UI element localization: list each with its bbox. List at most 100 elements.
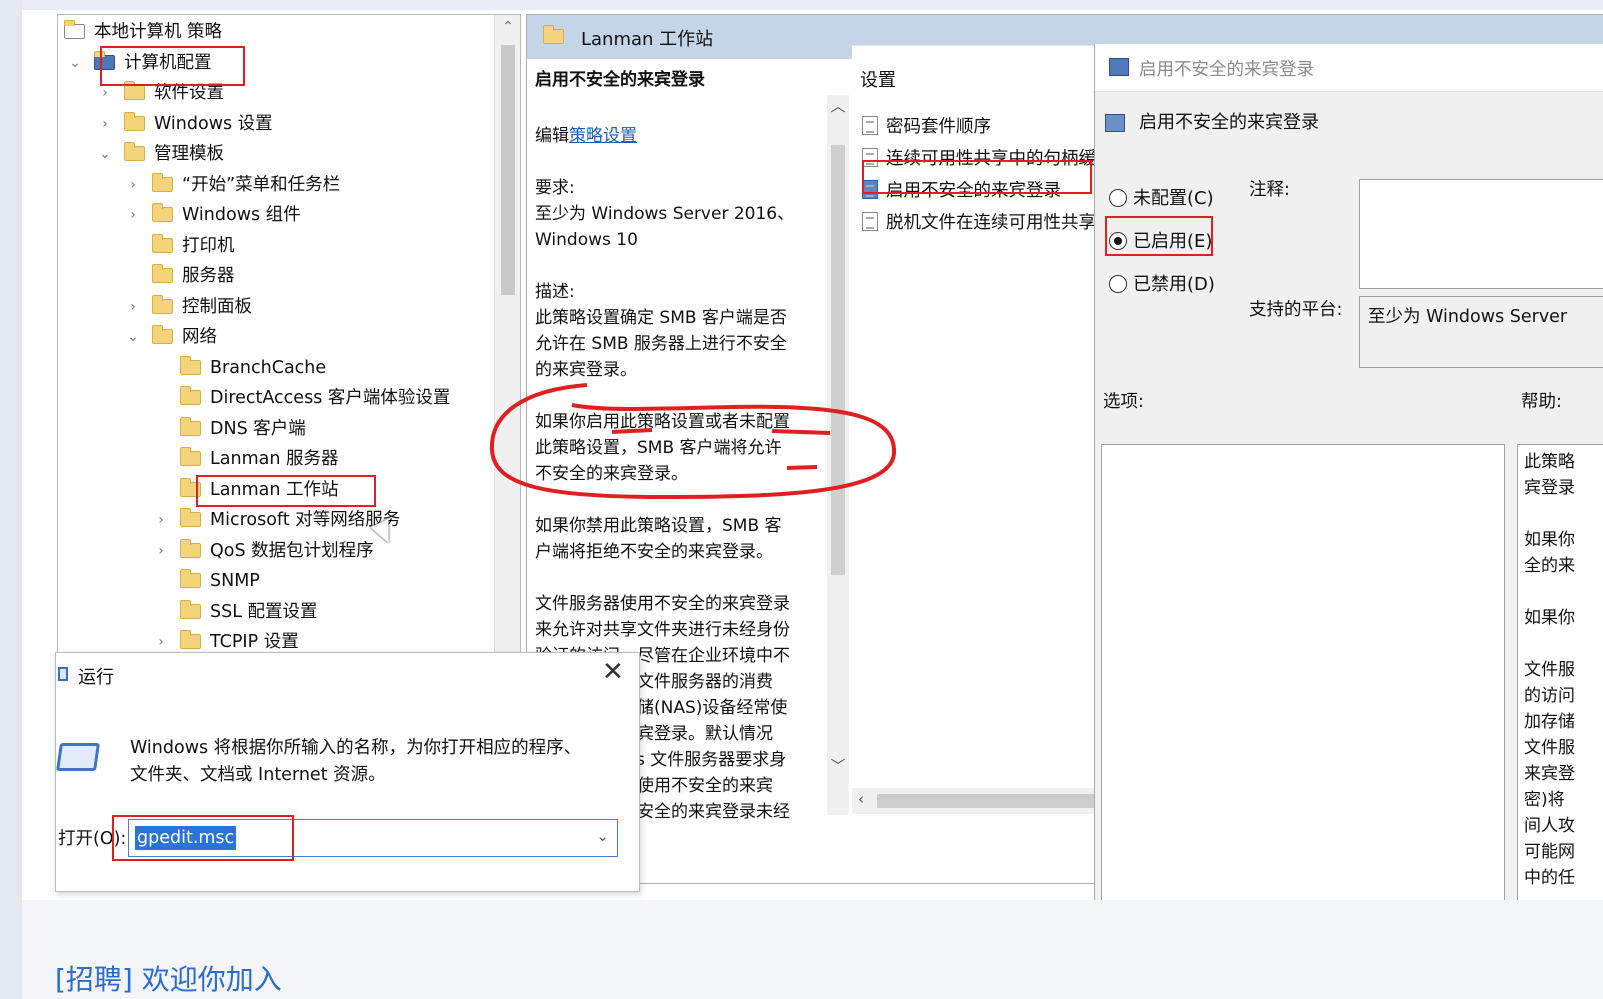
tree-item-label: BranchCache (210, 357, 327, 378)
tree-scroll-thumb[interactable] (501, 45, 515, 295)
radio-not-configured[interactable]: 未配置(C) (1109, 184, 1214, 210)
folder-icon (180, 355, 201, 375)
tree-item[interactable]: DirectAccess 客户端体验设置 (180, 383, 450, 413)
text-line: 户端将拒绝不安全的来宾登录。 (535, 542, 773, 562)
radio-disabled[interactable]: 已禁用(D) (1109, 270, 1215, 296)
chevron-down-icon[interactable]: ⌄ (98, 139, 112, 169)
folder-icon (124, 81, 145, 100)
options-pane[interactable] (1101, 444, 1505, 900)
scroll-left-icon[interactable]: ‹ (858, 790, 864, 808)
tree-item[interactable]: ⌄ 管理模板 (99, 139, 224, 169)
tree-item[interactable]: SSL 配置设置 (180, 597, 318, 627)
folder-icon (64, 20, 85, 39)
folder-icon (180, 386, 201, 405)
tree-item[interactable]: › 控制面板 (130, 292, 252, 322)
tree-item[interactable]: SNMP (180, 566, 260, 596)
highlight-insecure-guest-item (862, 160, 1092, 194)
run-message: Windows 将根据你所输入的名称，为你打开相应的程序、 文件夹、文档或 In… (130, 735, 620, 789)
dialog-heading: 启用不安全的来宾登录 (1139, 112, 1319, 133)
tree-item-label: “开始”菜单和任务栏 (182, 174, 341, 195)
list-hscroll-thumb[interactable] (877, 794, 1117, 808)
folder-icon (180, 599, 201, 619)
tree-item[interactable]: › Windows 组件 (130, 200, 301, 230)
folder-icon (152, 264, 173, 283)
help-line: 中的任 (1524, 868, 1575, 888)
folder-icon (152, 325, 173, 344)
folder-icon (124, 111, 145, 131)
tree-item[interactable]: 本地计算机 策略 (64, 17, 222, 47)
tree-item[interactable]: ⌄ 网络 (127, 322, 217, 352)
tree-item[interactable]: Lanman 服务器 (180, 444, 339, 474)
tree-item-label: 控制面板 (182, 296, 252, 317)
red-circle-annotation (489, 383, 897, 500)
tree-item[interactable]: › QoS 数据包计划程序 (158, 536, 374, 566)
tree-item-label: QoS 数据包计划程序 (210, 540, 374, 561)
help-line: 来宾登 (1524, 764, 1575, 784)
chevron-right-icon[interactable]: › (126, 200, 140, 230)
chevron-down-icon[interactable]: ⌄ (68, 48, 82, 78)
comment-textbox[interactable] (1359, 179, 1603, 289)
scroll-up-icon[interactable]: ︿ (827, 95, 849, 116)
highlight-enabled-radio (1105, 216, 1213, 256)
settings-column-header[interactable]: 设置 (860, 66, 896, 92)
text-line: 允许在 SMB 服务器上进行不安全 (535, 334, 787, 354)
help-line: 文件服 (1524, 660, 1575, 680)
help-line: 可能网 (1524, 842, 1575, 862)
dialog-title: 启用不安全的来宾登录 (1139, 60, 1314, 80)
description-scroll-thumb[interactable] (831, 145, 845, 575)
help-line: 的访问 (1524, 686, 1575, 706)
text-line: 此策略设置确定 SMB 客户端是否 (535, 308, 787, 328)
chevron-right-icon[interactable]: › (126, 292, 140, 322)
edit-prefix: 编辑 (535, 126, 569, 146)
chevron-right-icon[interactable]: › (154, 505, 168, 535)
tree-item[interactable]: BranchCache (180, 353, 326, 383)
screenshot-page: 本地计算机 策略 ⌄ 计算机配置 › 软件设置 › Windows 设置 ⌄ 管理模板 › “开始”… (0, 0, 1603, 999)
folder-icon (543, 25, 564, 44)
text-line: 文件服务器使用不安全的来宾登录 (535, 594, 790, 614)
screenshot-area: 本地计算机 策略 ⌄ 计算机配置 › 软件设置 › Windows 设置 ⌄ 管理模板 › “开始”… (22, 0, 1603, 900)
chevron-right-icon[interactable]: › (98, 109, 112, 139)
tree-item[interactable]: › “开始”菜单和任务栏 (130, 170, 341, 200)
help-line: 密)将 (1524, 790, 1565, 810)
scroll-down-icon[interactable]: ﹀ (827, 755, 849, 776)
recruit-link[interactable]: [招聘] 欢迎你加入 (55, 958, 282, 998)
tree-item[interactable]: › Windows 设置 (102, 109, 273, 139)
chevron-right-icon[interactable]: › (154, 536, 168, 566)
tree-item[interactable]: 打印机 (152, 231, 235, 261)
policy-icon (1109, 58, 1129, 76)
help-line (1524, 579, 1575, 605)
chevron-down-icon[interactable]: ⌄ (126, 322, 140, 352)
help-line (1524, 631, 1575, 657)
highlight-run-input (112, 815, 294, 861)
policy-page-icon (862, 212, 878, 231)
platform-box: 至少为 Windows Server (1359, 296, 1603, 368)
chevron-down-icon[interactable]: ⌄ (596, 827, 609, 845)
settings-item[interactable]: 密码套件顺序 (862, 112, 991, 142)
run-icon (56, 743, 100, 771)
folder-icon (152, 294, 173, 314)
folder-icon (180, 569, 201, 588)
radio-circle[interactable] (1109, 189, 1127, 207)
tree-item-label: DNS 客户端 (210, 418, 306, 439)
setting-icon (1105, 114, 1125, 132)
tree-item[interactable]: 服务器 (152, 261, 235, 291)
policy-tree[interactable]: 本地计算机 策略 ⌄ 计算机配置 › 软件设置 › Windows 设置 ⌄ 管理模板 › “开始”… (57, 14, 521, 666)
radio-circle[interactable] (1109, 275, 1127, 293)
run-message-line-2: 文件夹、文档或 Internet 资源。 (130, 765, 386, 785)
text-line: 如果你禁用此策略设置，SMB 客 (535, 516, 782, 536)
scroll-up-icon[interactable]: ⌃ (495, 19, 520, 35)
policy-settings-link[interactable]: 策略设置 (569, 126, 637, 146)
close-icon[interactable]: ✕ (602, 657, 624, 687)
tree-item[interactable]: DNS 客户端 (180, 414, 306, 444)
panel-header-title: Lanman 工作站 (581, 29, 714, 50)
tree-scrollbar[interactable]: ⌃ (494, 15, 520, 665)
help-line: 全的来 (1524, 556, 1575, 576)
chevron-right-icon[interactable]: › (126, 170, 140, 200)
requirement-label: 要求: (535, 178, 575, 198)
tree-item[interactable]: › Microsoft 对等网络服务 (158, 505, 400, 535)
tree-item-label: SNMP (210, 571, 260, 591)
help-line: 文件服 (1524, 738, 1575, 758)
comment-label: 注释: (1249, 180, 1290, 200)
folder-icon (124, 142, 145, 161)
run-icon-small (58, 667, 68, 681)
